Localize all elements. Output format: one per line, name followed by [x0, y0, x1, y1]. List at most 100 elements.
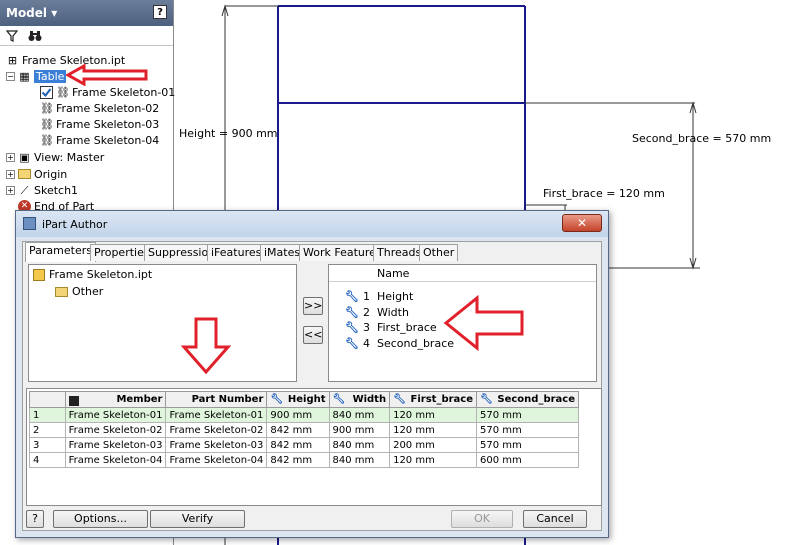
- width-cell[interactable]: 840 mm: [328, 452, 391, 468]
- expand-icon[interactable]: +: [6, 169, 15, 179]
- height-cell[interactable]: 842 mm: [266, 422, 330, 438]
- tree-item-member[interactable]: ⛓ Frame Skeleton-01: [40, 84, 175, 100]
- second-brace-cell[interactable]: 570 mm: [476, 407, 579, 423]
- second-brace-cell[interactable]: 570 mm: [476, 437, 579, 453]
- part-number-cell[interactable]: Frame Skeleton-03: [165, 437, 268, 453]
- tree-item-member[interactable]: ⛓ Frame Skeleton-02: [40, 100, 159, 116]
- tree-item-origin-label: Origin: [34, 167, 68, 181]
- width-cell[interactable]: 900 mm: [328, 422, 391, 438]
- width-cell[interactable]: 840 mm: [328, 437, 391, 453]
- table-row[interactable]: 1 Frame Skeleton-01 Frame Skeleton-01 90…: [29, 407, 579, 423]
- dialog-app-icon: [23, 217, 36, 230]
- list-item[interactable]: 🔧︎ 2 Width: [345, 306, 409, 319]
- height-cell[interactable]: 842 mm: [266, 437, 330, 453]
- table-row[interactable]: 2 Frame Skeleton-02 Frame Skeleton-02 84…: [29, 422, 579, 438]
- member-cell[interactable]: Frame Skeleton-01: [64, 407, 167, 423]
- key-icon: 🔧︎: [345, 306, 359, 319]
- add-parameter-button[interactable]: >>: [303, 297, 323, 315]
- height-cell[interactable]: 900 mm: [266, 407, 330, 423]
- expand-icon[interactable]: +: [6, 185, 15, 195]
- width-cell[interactable]: 840 mm: [328, 407, 391, 423]
- help-button[interactable]: ?: [26, 510, 44, 528]
- first-brace-cell[interactable]: 120 mm: [389, 422, 477, 438]
- list-item[interactable]: 🔧︎ 4 Second_brace: [345, 337, 454, 350]
- member-icon: ⛓: [56, 85, 70, 99]
- key-icon: 🔧︎: [480, 394, 493, 405]
- filter-icon[interactable]: [6, 29, 18, 42]
- param-number: 2: [362, 306, 370, 319]
- first-brace-cell[interactable]: 120 mm: [389, 452, 477, 468]
- first-brace-dimension-label[interactable]: First_brace = 120 mm: [543, 187, 665, 200]
- name-column-header[interactable]: Name: [377, 267, 409, 280]
- member-cell[interactable]: Frame Skeleton-03: [64, 437, 167, 453]
- folder-icon: [18, 169, 31, 179]
- selected-parameters-list[interactable]: Name 🔧︎ 1 Height 🔧︎ 2 Width 🔧︎ 3 First_b…: [328, 264, 597, 382]
- model-parameters-tree[interactable]: Frame Skeleton.ipt Other: [28, 264, 297, 382]
- ok-button[interactable]: OK: [451, 510, 513, 528]
- tree-item-sketch[interactable]: + ⟋ Sketch1: [6, 182, 78, 198]
- first-brace-header-label: First_brace: [410, 394, 473, 405]
- first-brace-cell[interactable]: 200 mm: [389, 437, 477, 453]
- width-header-label: Width: [352, 394, 387, 405]
- part-number-cell[interactable]: Frame Skeleton-02: [165, 422, 268, 438]
- annotation-arrow-down: [181, 317, 231, 375]
- tree-item-member[interactable]: ⛓ Frame Skeleton-03: [40, 116, 159, 132]
- table-row[interactable]: 3 Frame Skeleton-03 Frame Skeleton-03 84…: [29, 437, 579, 453]
- dialog-titlebar[interactable]: iPart Author ✕: [16, 211, 608, 237]
- member-table[interactable]: Member Part Number 🔧︎ Height 🔧︎ Width 🔧︎ Fi…: [29, 391, 579, 468]
- params-tree-other[interactable]: Other: [55, 285, 103, 298]
- height-cell[interactable]: 842 mm: [266, 452, 330, 468]
- help-icon[interactable]: ?: [153, 5, 167, 19]
- tab-threads[interactable]: Threads: [373, 244, 426, 261]
- height-header-label: Height: [287, 394, 326, 405]
- row-number[interactable]: 2: [29, 422, 66, 438]
- row-number[interactable]: 1: [29, 407, 66, 423]
- member-column-header[interactable]: Member: [64, 391, 167, 408]
- tree-item-member[interactable]: ⛓ Frame Skeleton-04: [40, 132, 159, 148]
- second-brace-cell[interactable]: 600 mm: [476, 452, 579, 468]
- checkbox-checked-icon[interactable]: [40, 85, 53, 99]
- tree-item-origin[interactable]: + Origin: [6, 166, 67, 182]
- close-button[interactable]: ✕: [562, 214, 602, 232]
- remove-parameter-button[interactable]: <<: [303, 326, 323, 344]
- member-icon: ⛓: [40, 117, 54, 131]
- part-cube-icon: [33, 268, 45, 281]
- key-icon: 🔧︎: [345, 290, 359, 303]
- model-browser-title[interactable]: Model ▾: [6, 6, 57, 20]
- table-row[interactable]: 4 Frame Skeleton-04 Frame Skeleton-04 84…: [29, 452, 579, 468]
- cancel-button[interactable]: Cancel: [523, 510, 587, 528]
- first-brace-column-header[interactable]: 🔧︎ First_brace: [389, 391, 477, 408]
- tab-other[interactable]: Other: [419, 244, 459, 261]
- part-number-cell[interactable]: Frame Skeleton-04: [165, 452, 268, 468]
- member-cell[interactable]: Frame Skeleton-04: [64, 452, 167, 468]
- row-number[interactable]: 4: [29, 452, 66, 468]
- part-number-column-header[interactable]: Part Number: [165, 391, 268, 408]
- second-brace-dimension-label[interactable]: Second_brace = 570 mm: [632, 132, 771, 145]
- first-brace-cell[interactable]: 120 mm: [389, 407, 477, 423]
- height-dimension-label[interactable]: Height = 900 mm: [179, 127, 278, 140]
- list-item[interactable]: 🔧︎ 1 Height: [345, 290, 413, 303]
- expand-icon[interactable]: +: [6, 152, 15, 162]
- member-cell[interactable]: Frame Skeleton-02: [64, 422, 167, 438]
- row-number[interactable]: 3: [29, 437, 66, 453]
- binoculars-icon[interactable]: [28, 30, 42, 42]
- tab-parameters[interactable]: Parameters: [25, 242, 96, 262]
- tab-ifeatures[interactable]: iFeatures: [207, 244, 266, 261]
- height-column-header[interactable]: 🔧︎ Height: [266, 391, 330, 408]
- tree-item-view[interactable]: + ▣ View: Master: [6, 149, 104, 165]
- part-number-cell[interactable]: Frame Skeleton-01: [165, 407, 268, 423]
- tree-item-table[interactable]: − ▦ Table: [6, 68, 67, 84]
- width-column-header[interactable]: 🔧︎ Width: [328, 391, 391, 408]
- tab-imates[interactable]: iMates: [260, 244, 305, 261]
- params-tree-root[interactable]: Frame Skeleton.ipt: [33, 268, 152, 281]
- options-button[interactable]: Options...: [53, 510, 148, 528]
- dialog-title: iPart Author: [42, 217, 108, 231]
- verify-button[interactable]: Verify: [150, 510, 245, 528]
- second-brace-column-header[interactable]: 🔧︎ Second_brace: [476, 391, 579, 408]
- tree-item-view-label: View: Master: [34, 150, 105, 164]
- collapse-icon[interactable]: −: [6, 71, 15, 81]
- list-item[interactable]: 🔧︎ 3 First_brace: [345, 321, 437, 334]
- model-browser-header[interactable]: Model ▾ ?: [0, 0, 173, 26]
- second-brace-cell[interactable]: 570 mm: [476, 422, 579, 438]
- dialog-body: Parameters Properties Suppression iFeatu…: [22, 241, 602, 531]
